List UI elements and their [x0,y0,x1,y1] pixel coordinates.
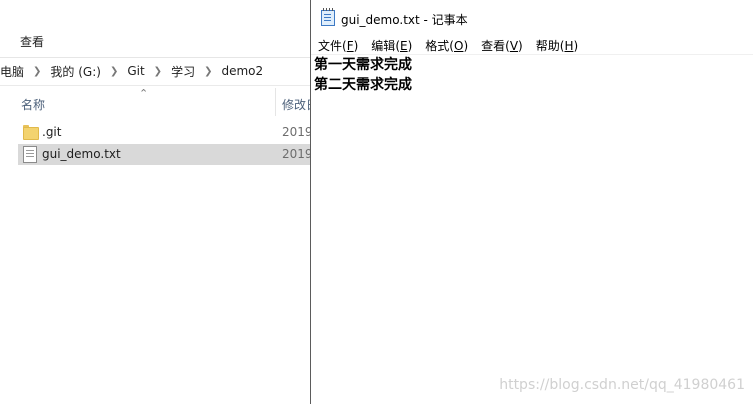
watermark: https://blog.csdn.net/qq_41980461 [499,377,745,393]
breadcrumb-item-demo2[interactable]: demo2 [219,64,265,78]
breadcrumb-item-git[interactable]: Git [125,64,146,78]
title-bar[interactable]: gui_demo.txt - 记事本 [311,0,753,36]
ribbon-tab-view[interactable]: 查看 [20,33,44,50]
file-date: 2019 [282,147,313,161]
breadcrumb-item-study[interactable]: 学习 [169,63,197,80]
menu-file[interactable]: 文件(F) [318,37,358,54]
menu-format[interactable]: 格式(O) [425,37,468,54]
breadcrumb-item-drive[interactable]: 我的 (G:) [48,63,103,80]
breadcrumb: 电脑 ❯ 我的 (G:) ❯ Git ❯ 学习 ❯ demo2 [0,63,265,80]
text-file-icon [23,146,39,163]
file-row-gui-demo-txt[interactable]: gui_demo.txt 2019 [18,144,318,165]
column-divider[interactable] [275,88,276,116]
chevron-right-icon[interactable]: ❯ [147,66,169,77]
file-name: .git [42,125,62,139]
editor-line: 第一天需求完成 [314,57,412,73]
file-row-git[interactable]: .git 2019 [18,122,318,143]
file-date: 2019 [282,125,313,139]
sort-ascending-icon: ⌃ [139,87,149,100]
menu-view[interactable]: 查看(V) [481,37,523,54]
menu-bar: 文件(F) 编辑(E) 格式(O) 查看(V) 帮助(H) [311,36,753,54]
folder-icon [23,124,39,141]
window-title: gui_demo.txt - 记事本 [341,13,468,27]
file-name: gui_demo.txt [42,147,121,161]
editor-line: 第二天需求完成 [314,77,412,93]
menu-help[interactable]: 帮助(H) [536,37,578,54]
text-editor[interactable]: 第一天需求完成 第二天需求完成 [313,55,752,404]
chevron-right-icon[interactable]: ❯ [26,66,48,77]
chevron-right-icon[interactable]: ❯ [197,66,219,77]
notepad-icon[interactable] [321,8,335,26]
notepad-window: gui_demo.txt - 记事本 文件(F) 编辑(E) 格式(O) 查看(… [310,0,753,404]
column-header-name[interactable]: 名称 [21,96,45,113]
chevron-right-icon[interactable]: ❯ [103,66,125,77]
menu-edit[interactable]: 编辑(E) [371,37,412,54]
breadcrumb-item-this-pc[interactable]: 电脑 [0,63,26,80]
